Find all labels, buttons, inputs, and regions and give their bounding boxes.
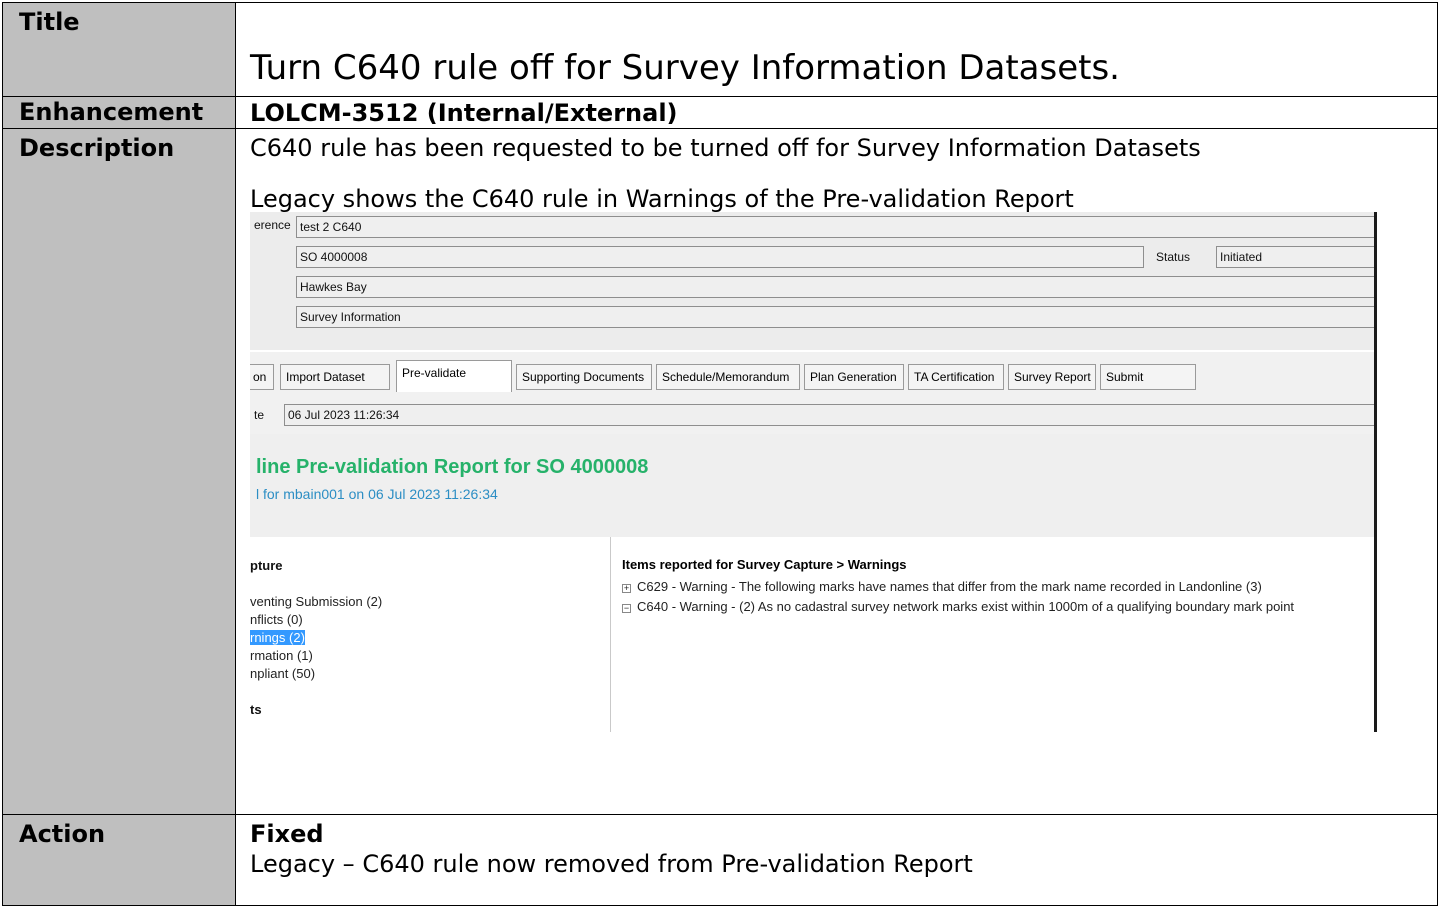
title-label: Title bbox=[2, 2, 236, 97]
tab-prev[interactable]: on bbox=[250, 364, 274, 390]
tree-item[interactable]: nflicts (0) bbox=[250, 612, 303, 627]
description-row: Description C640 rule has been requested… bbox=[2, 128, 1438, 815]
report-subtitle: l for mbain001 on 06 Jul 2023 11:26:34 bbox=[256, 486, 498, 502]
warning-c629[interactable]: + C629 - Warning - The following marks ha… bbox=[622, 579, 1262, 594]
description-content: C640 rule has been requested to be turne… bbox=[235, 128, 1438, 815]
action-row: Action Fixed Legacy – C640 rule now remo… bbox=[2, 814, 1438, 906]
warning-c640[interactable]: − C640 - Warning - (2) As no cadastral su… bbox=[622, 599, 1294, 614]
status-field[interactable]: Initiated bbox=[1216, 246, 1376, 268]
tree-item[interactable]: npliant (50) bbox=[250, 666, 315, 681]
title-value: Turn C640 rule off for Survey Informatio… bbox=[250, 48, 1120, 88]
survey-number-field[interactable]: SO 4000008 bbox=[296, 246, 1144, 268]
tab-plan-generation[interactable]: Plan Generation bbox=[804, 364, 904, 390]
date-label: te bbox=[254, 408, 265, 422]
collapse-icon[interactable]: − bbox=[622, 604, 631, 613]
tree-item-selected[interactable]: rnings (2) bbox=[250, 630, 305, 645]
survey-type-field[interactable]: Survey Information bbox=[296, 306, 1376, 328]
expand-icon[interactable]: + bbox=[622, 584, 631, 593]
tree-item[interactable]: venting Submission (2) bbox=[250, 594, 382, 609]
action-status: Fixed bbox=[250, 820, 324, 848]
warning-c640-text: C640 - Warning - (2) As no cadastral sur… bbox=[637, 599, 1295, 614]
description-label: Description bbox=[2, 128, 236, 815]
status-label: Status bbox=[1156, 250, 1191, 264]
tab-survey-report[interactable]: Survey Report bbox=[1008, 364, 1096, 390]
tab-submit[interactable]: Submit bbox=[1100, 364, 1196, 390]
enhancement-value: LOLCM-3512 (Internal/External) bbox=[250, 99, 678, 127]
enhancement-content: LOLCM-3512 (Internal/External) bbox=[235, 96, 1438, 129]
description-line-2: Legacy shows the C640 rule in Warnings o… bbox=[250, 185, 1074, 213]
reference-label: erence bbox=[254, 218, 291, 232]
report-title: line Pre-validation Report for SO 400000… bbox=[256, 456, 649, 478]
tab-schedule-memorandum[interactable]: Schedule/Memorandum bbox=[656, 364, 800, 390]
tab-import-dataset[interactable]: Import Dataset bbox=[280, 364, 390, 390]
warning-c629-text: C629 - Warning - The following marks hav… bbox=[637, 579, 1262, 594]
title-row: Title Turn C640 rule off for Survey Info… bbox=[2, 2, 1438, 97]
tab-supporting-documents[interactable]: Supporting Documents bbox=[516, 364, 652, 390]
items-reported-heading: Items reported for Survey Capture > Warn… bbox=[622, 557, 907, 572]
region-field[interactable]: Hawkes Bay bbox=[296, 276, 1376, 298]
embedded-screenshot: erence test 2 C640 SO 4000008 Status Ini… bbox=[250, 212, 1377, 732]
tab-pre-validate[interactable]: Pre-validate bbox=[396, 360, 512, 392]
action-text: Legacy – C640 rule now removed from Pre-… bbox=[250, 850, 973, 878]
title-content: Turn C640 rule off for Survey Informatio… bbox=[235, 2, 1438, 97]
tab-ta-certification[interactable]: TA Certification bbox=[908, 364, 1004, 390]
document-table: Title Turn C640 rule off for Survey Info… bbox=[2, 2, 1438, 906]
action-content: Fixed Legacy – C640 rule now removed fro… bbox=[235, 814, 1438, 906]
action-label: Action bbox=[2, 814, 236, 906]
screenshot-edge bbox=[1374, 212, 1377, 732]
tree-item[interactable]: rmation (1) bbox=[250, 648, 313, 663]
enhancement-label: Enhancement bbox=[2, 96, 236, 129]
reference-field[interactable]: test 2 C640 bbox=[296, 216, 1376, 238]
date-field[interactable]: 06 Jul 2023 11:26:34 bbox=[284, 404, 1376, 426]
tree-heading: pture bbox=[250, 558, 283, 573]
enhancement-row: Enhancement LOLCM-3512 (Internal/Externa… bbox=[2, 96, 1438, 129]
description-line-1: C640 rule has been requested to be turne… bbox=[250, 134, 1201, 162]
tree-heading-2: ts bbox=[250, 702, 262, 717]
